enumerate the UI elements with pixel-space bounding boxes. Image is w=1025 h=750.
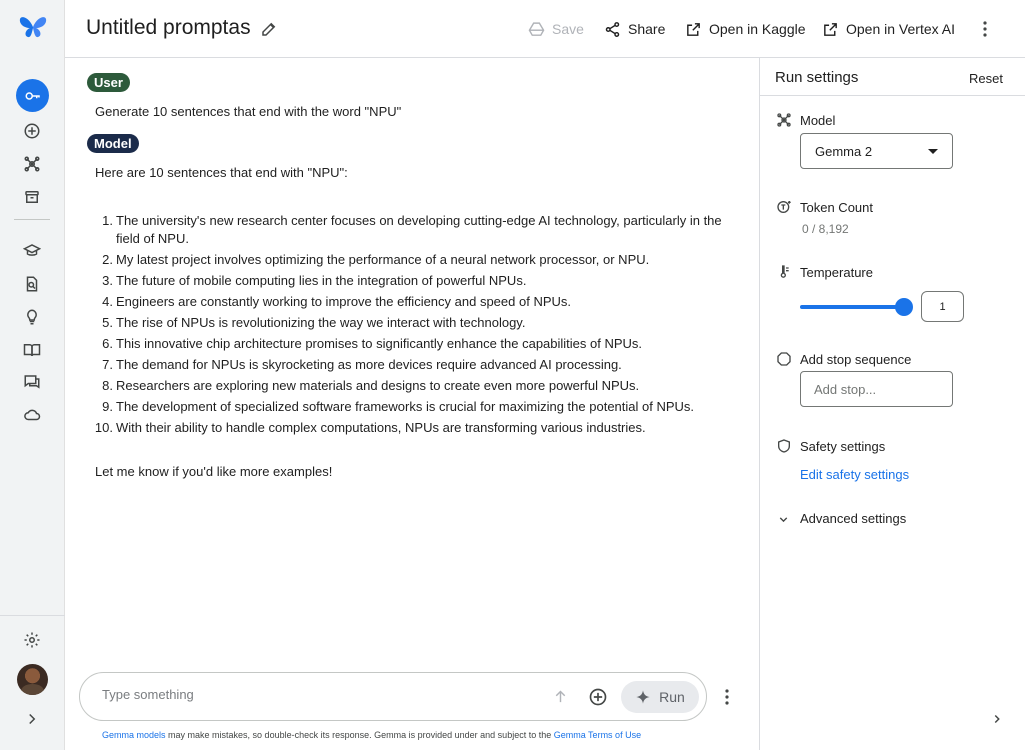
chat-area: User Generate 10 sentences that end with… xyxy=(65,58,759,750)
drive-icon xyxy=(528,21,545,36)
add-circle-icon[interactable] xyxy=(20,119,44,143)
butterfly-logo-icon[interactable] xyxy=(18,14,48,40)
pencil-icon[interactable] xyxy=(260,20,278,38)
list-item: 10. With their ability to handle complex … xyxy=(94,420,646,435)
open-external-icon xyxy=(687,22,700,36)
share-icon xyxy=(605,21,620,37)
model-outro: Let me know if you'd like more examples! xyxy=(95,464,333,479)
safety-settings-label: Safety settings xyxy=(800,439,886,454)
save-label: Save xyxy=(552,21,584,37)
panel-header: Run settings Reset xyxy=(760,58,1025,96)
model-select-value: Gemma 2 xyxy=(815,144,873,159)
prompt-composer: Run xyxy=(79,672,707,721)
model-label: Model xyxy=(800,113,836,128)
list-item: 7. The demand for NPUs is skyrocketing as… xyxy=(102,357,622,372)
kaggle-label: Open in Kaggle xyxy=(709,21,806,37)
temperature-slider-thumb[interactable] xyxy=(895,298,913,316)
share-label: Share xyxy=(628,21,666,37)
gear-icon[interactable] xyxy=(20,628,44,652)
list-item: 4. Engineers are constantly working to im… xyxy=(102,294,571,309)
token-icon xyxy=(777,201,791,213)
chat-icon[interactable] xyxy=(20,370,44,394)
temperature-slider-track[interactable] xyxy=(800,305,905,309)
arrow-up-icon[interactable] xyxy=(552,688,569,705)
more-options-icon[interactable] xyxy=(975,19,995,39)
advanced-settings-toggle[interactable]: Advanced settings xyxy=(800,511,906,526)
school-icon[interactable] xyxy=(20,239,44,263)
model-icon xyxy=(777,113,791,127)
prompt-input[interactable] xyxy=(102,687,522,702)
list-item: 8. Researchers are exploring new material… xyxy=(102,378,640,393)
top-bar: Untitled promptas Save Share Open in Kag… xyxy=(65,0,1025,58)
model-icon[interactable] xyxy=(20,152,44,176)
token-count-label: Token Count xyxy=(800,200,873,215)
save-button[interactable]: Save xyxy=(528,19,584,39)
token-count-value: 0 / 8,192 xyxy=(802,222,849,236)
avatar[interactable] xyxy=(17,664,48,695)
stop-sequence-label: Add stop sequence xyxy=(800,352,912,367)
rail-divider xyxy=(0,615,65,616)
gemma-terms-link[interactable]: Gemma Terms of Use xyxy=(554,730,641,740)
book-icon[interactable] xyxy=(20,338,44,362)
rail-divider xyxy=(14,219,50,220)
run-label: Run xyxy=(659,689,685,705)
shield-icon xyxy=(778,439,790,453)
stop-sequence-input[interactable] xyxy=(800,371,953,407)
user-chip: User xyxy=(87,73,130,92)
user-message: Generate 10 sentences that end with the … xyxy=(95,104,402,119)
temperature-label: Temperature xyxy=(800,265,873,280)
reset-button[interactable]: Reset xyxy=(969,71,1003,86)
search-doc-icon[interactable] xyxy=(20,272,44,296)
composer-more-icon[interactable] xyxy=(717,687,737,707)
run-settings-panel: Run settings Reset Model Gemma 2 Token C… xyxy=(759,58,1025,750)
add-media-icon[interactable] xyxy=(588,687,608,707)
model-sentence-list: 1. The university's new research center f… xyxy=(95,212,735,440)
thermometer-icon xyxy=(780,265,789,278)
disclaimer: Gemma models may make mistakes, so doubl… xyxy=(102,730,642,740)
gemma-models-link[interactable]: Gemma models xyxy=(102,730,166,740)
open-in-kaggle-button[interactable]: Open in Kaggle xyxy=(685,19,806,39)
lightbulb-icon[interactable] xyxy=(20,305,44,329)
model-chip: Model xyxy=(87,134,139,153)
run-button[interactable]: Run xyxy=(621,681,699,713)
vertex-label: Open in Vertex AI xyxy=(846,21,955,37)
cloud-icon[interactable] xyxy=(20,403,44,427)
panel-title: Run settings xyxy=(775,69,859,86)
list-item: 9. The development of specialized softwar… xyxy=(102,399,695,414)
left-rail xyxy=(0,0,65,750)
share-button[interactable]: Share xyxy=(604,19,665,39)
expand-chevron-icon[interactable] xyxy=(20,707,44,731)
model-intro: Here are 10 sentences that end with "NPU… xyxy=(95,165,348,180)
list-item: 1. The university's new research center f… xyxy=(102,213,722,246)
archive-icon[interactable] xyxy=(20,185,44,209)
open-external-icon xyxy=(824,22,837,36)
list-item: 6. This innovative chip architecture prom… xyxy=(102,336,643,351)
key-icon[interactable] xyxy=(16,79,49,112)
model-select[interactable]: Gemma 2 xyxy=(800,133,953,169)
temperature-input[interactable]: 1 xyxy=(921,291,964,322)
page-title[interactable]: Untitled promptas xyxy=(86,16,251,40)
octagon-icon xyxy=(777,352,791,366)
chevron-down-icon[interactable] xyxy=(777,513,790,526)
chevron-right-icon[interactable] xyxy=(990,712,1004,726)
list-item: 2. My latest project involves optimizing … xyxy=(102,252,650,267)
sparkle-icon xyxy=(636,690,650,704)
edit-safety-settings-link[interactable]: Edit safety settings xyxy=(800,467,909,482)
dropdown-caret-icon xyxy=(928,149,938,154)
open-in-vertex-button[interactable]: Open in Vertex AI xyxy=(822,19,955,39)
list-item: 5. The rise of NPUs is revolutionizing th… xyxy=(102,315,526,330)
list-item: 3. The future of mobile computing lies in… xyxy=(102,273,527,288)
